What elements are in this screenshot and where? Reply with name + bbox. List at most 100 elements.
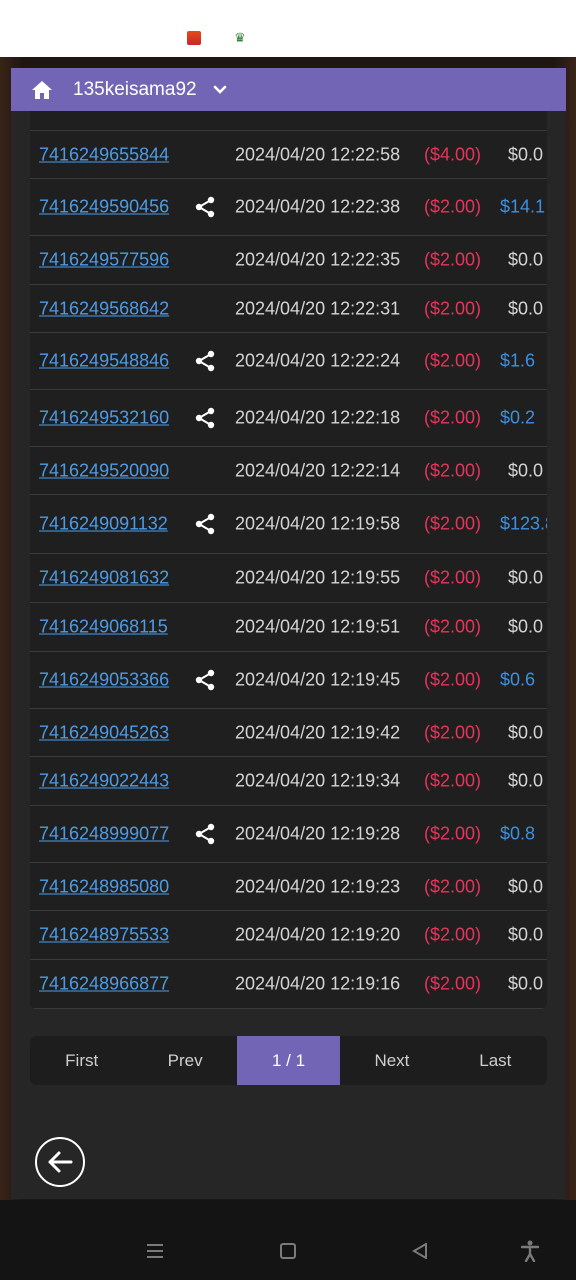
prev-page-button[interactable]: Prev: [133, 1036, 236, 1085]
share-icon[interactable]: [194, 407, 216, 429]
round-time: 2024/04/20 12:19:16: [235, 973, 401, 994]
next-page-button[interactable]: Next: [340, 1036, 443, 1085]
first-page-button[interactable]: First: [30, 1036, 133, 1085]
status-bar: ♛: [0, 0, 576, 57]
bet-amount: ($2.00): [424, 616, 482, 637]
share-icon[interactable]: [194, 350, 216, 372]
table-row: 7416249045263 2024/04/20 12:19:42 ($2.00) $…: [30, 709, 547, 757]
round-id-link[interactable]: 7416249068115: [39, 617, 168, 638]
share-icon[interactable]: [194, 669, 216, 691]
share-icon[interactable]: [194, 823, 216, 845]
win-amount: $0.0: [508, 144, 544, 164]
round-id-link[interactable]: 7416249532160: [39, 408, 169, 429]
bet-amount: ($2.00): [424, 669, 482, 690]
round-id-link[interactable]: 7416248999077: [39, 824, 169, 845]
share-icon[interactable]: [194, 196, 216, 218]
table-row: 7416248985080 2024/04/20 12:19:23 ($2.00) $…: [30, 863, 547, 911]
win-amount: $0.0: [508, 722, 544, 742]
round-id-link[interactable]: 7416249568642: [39, 298, 169, 319]
win-amount: $0.0: [508, 924, 544, 945]
round-time: 2024/04/20 12:19:58: [235, 513, 401, 534]
round-id-link[interactable]: 7416249045263: [39, 722, 169, 743]
table-row: 7416249068115 2024/04/20 12:19:51 ($2.00) $…: [30, 603, 547, 652]
win-amount: $123.8: [500, 513, 547, 534]
last-page-button[interactable]: Last: [444, 1036, 547, 1085]
round-id-link[interactable]: 7416249548846: [39, 351, 169, 372]
bet-amount: ($2.00): [424, 722, 482, 742]
win-amount: $0.0: [508, 567, 544, 588]
home-icon[interactable]: [31, 80, 53, 100]
win-amount: $0.0: [508, 616, 544, 637]
round-time: 2024/04/20 12:19:42: [235, 722, 401, 742]
table-row: 7416249532160 2024/04/20 12:22:18 ($2.00) $…: [30, 390, 547, 447]
bet-amount: ($2.00): [424, 298, 482, 318]
round-id-link[interactable]: 7416249577596: [39, 250, 169, 271]
round-id-link[interactable]: 7416249655844: [39, 144, 169, 165]
win-amount: $1.6: [500, 350, 536, 371]
table-row: 7416249568642 2024/04/20 12:22:31 ($2.00) $…: [30, 285, 547, 333]
round-time: 2024/04/20 12:22:24: [235, 350, 401, 371]
table-row: 7416249548846 2024/04/20 12:22:24 ($2.00) $…: [30, 333, 547, 390]
table-row: 7416249081632 2024/04/20 12:19:55 ($2.00) $…: [30, 554, 547, 603]
table-row: 7416249091132 2024/04/20 12:19:58 ($2.00) $…: [30, 495, 547, 554]
bet-amount: ($2.00): [424, 823, 482, 844]
round-time: 2024/04/20 12:19:51: [235, 616, 401, 637]
bet-amount: ($2.00): [424, 350, 482, 371]
bet-amount: ($2.00): [424, 407, 482, 428]
bet-amount: ($2.00): [424, 196, 482, 217]
table-row: 7416249590456 2024/04/20 12:22:38 ($2.00) $…: [30, 179, 547, 236]
table-row-partial: [30, 111, 547, 131]
bet-amount: ($2.00): [424, 513, 482, 534]
history-panel: 135keisama92 7416249655844 2024/04/20 12:…: [11, 68, 566, 1199]
notification-app-icon: [187, 31, 201, 45]
win-amount: $0.2: [500, 407, 536, 428]
account-name[interactable]: 135keisama92: [73, 79, 197, 101]
round-id-link[interactable]: 7416248975533: [39, 925, 169, 946]
table-row: 7416249577596 2024/04/20 12:22:35 ($2.00) $…: [30, 236, 547, 285]
bet-amount: ($4.00): [424, 144, 482, 164]
round-id-link[interactable]: 7416249053366: [39, 670, 169, 691]
back-nav-icon[interactable]: [412, 1242, 428, 1260]
bet-amount: ($2.00): [424, 924, 482, 945]
round-id-link[interactable]: 7416249091132: [39, 514, 168, 535]
round-time: 2024/04/20 12:19:23: [235, 876, 401, 896]
bet-amount: ($2.00): [424, 249, 482, 270]
win-amount: $0.0: [508, 973, 544, 994]
round-time: 2024/04/20 12:19:20: [235, 924, 401, 945]
bet-amount: ($2.00): [424, 460, 482, 480]
bet-amount: ($2.00): [424, 973, 482, 994]
win-amount: $0.0: [508, 249, 544, 270]
round-time: 2024/04/20 12:22:18: [235, 407, 401, 428]
accessibility-icon[interactable]: [520, 1240, 540, 1263]
history-table: 7416249655844 2024/04/20 12:22:58 ($4.00) $…: [30, 111, 547, 1009]
win-amount: $14.1: [500, 196, 546, 217]
round-id-link[interactable]: 7416249520090: [39, 460, 169, 481]
win-amount: $0.0: [508, 298, 544, 318]
home-nav-icon[interactable]: [280, 1243, 296, 1259]
bet-amount: ($2.00): [424, 770, 482, 791]
round-time: 2024/04/20 12:19:34: [235, 770, 401, 791]
round-time: 2024/04/20 12:22:14: [235, 460, 401, 480]
table-row: 7416249520090 2024/04/20 12:22:14 ($2.00) $…: [30, 447, 547, 495]
win-amount: $0.0: [508, 460, 544, 480]
table-row: 7416249022443 2024/04/20 12:19:34 ($2.00) $…: [30, 757, 547, 806]
round-time: 2024/04/20 12:22:58: [235, 144, 401, 164]
round-id-link[interactable]: 7416248966877: [39, 974, 169, 995]
round-id-link[interactable]: 7416249022443: [39, 771, 169, 792]
back-arrow-icon[interactable]: [35, 1137, 85, 1187]
recent-apps-icon[interactable]: [146, 1243, 164, 1259]
table-row: 7416249655844 2024/04/20 12:22:58 ($4.00) $…: [30, 131, 547, 179]
bet-amount: ($2.00): [424, 567, 482, 588]
round-time: 2024/04/20 12:22:38: [235, 196, 401, 217]
share-icon[interactable]: [194, 513, 216, 535]
system-nav-bar: [0, 1200, 576, 1280]
table-row: 7416248966877 2024/04/20 12:19:16 ($2.00) $…: [30, 960, 547, 1009]
round-time: 2024/04/20 12:22:31: [235, 298, 401, 318]
round-id-link[interactable]: 7416249590456: [39, 197, 169, 218]
round-id-link[interactable]: 7416248985080: [39, 876, 169, 897]
win-amount: $0.0: [508, 876, 544, 896]
round-id-link[interactable]: 7416249081632: [39, 568, 169, 589]
round-time: 2024/04/20 12:19:45: [235, 669, 401, 690]
header-bar: 135keisama92: [11, 68, 566, 111]
chevron-down-icon[interactable]: [213, 85, 227, 95]
